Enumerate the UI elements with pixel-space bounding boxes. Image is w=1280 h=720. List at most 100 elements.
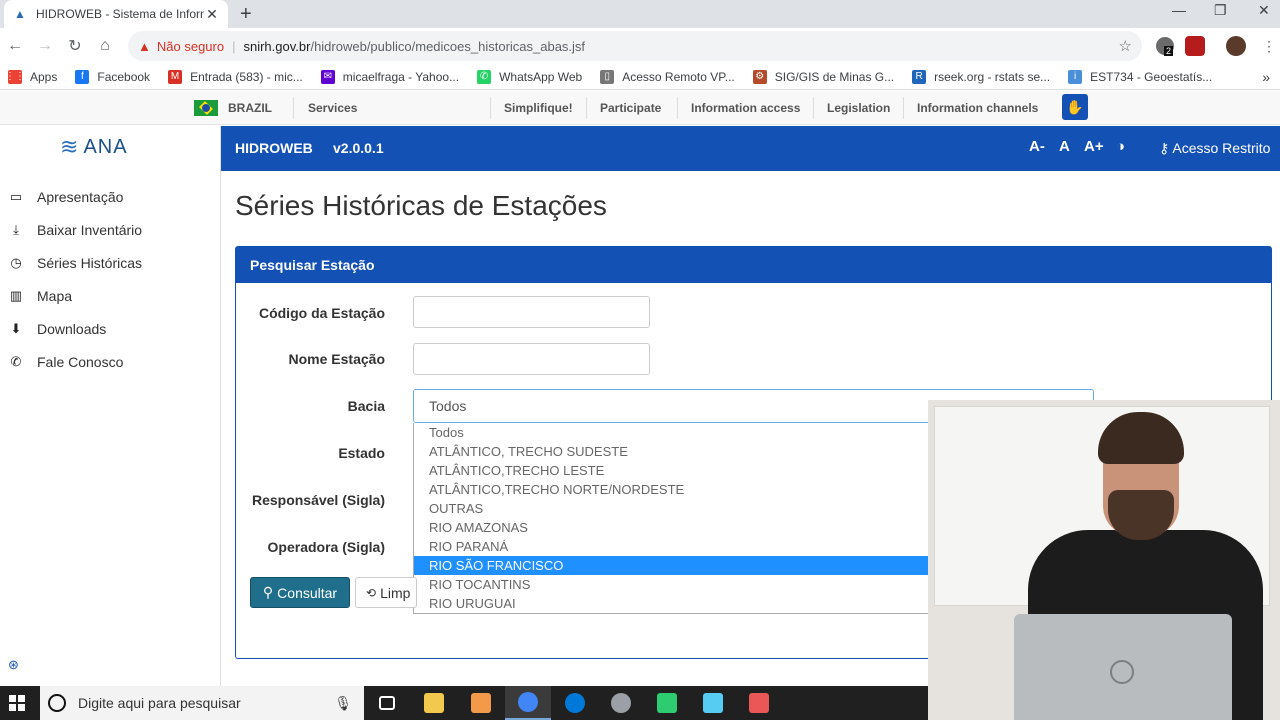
bookmark-item[interactable]: f Facebook bbox=[75, 69, 151, 84]
profile-avatar[interactable] bbox=[1226, 36, 1246, 56]
tab-title: HIDROWEB - Sistema de Informa bbox=[36, 7, 204, 21]
bacia-option[interactable]: RIO URUGUAI bbox=[414, 594, 952, 613]
file-explorer-taskbar-button[interactable] bbox=[411, 686, 457, 720]
home-icon[interactable]: ⌂ bbox=[90, 37, 120, 55]
consultar-button[interactable]: ⚲ Consultar bbox=[250, 577, 350, 608]
bookmark-item[interactable]: ▯ Acesso Remoto VP... bbox=[600, 69, 735, 84]
windows-start-icon[interactable] bbox=[9, 695, 25, 711]
app-name[interactable]: HIDROWEB bbox=[235, 140, 313, 156]
back-icon[interactable]: ← bbox=[0, 37, 30, 55]
collapse-sidebar-icon[interactable]: ⊛ bbox=[8, 657, 19, 673]
nome-input[interactable] bbox=[413, 343, 650, 375]
bookmark-favicon-icon: ⋮⋮ bbox=[5, 69, 25, 84]
extension-badge: 2 bbox=[1164, 46, 1174, 56]
gov-bar: BRAZIL Services Simplifique! Participate… bbox=[0, 91, 1280, 125]
bookmark-item[interactable]: M Entrada (583) - mic... bbox=[168, 69, 303, 84]
tab-close-icon[interactable]: ✕ bbox=[204, 6, 220, 23]
taskbar-search[interactable]: Digite aqui para pesquisar 🎙 bbox=[40, 686, 364, 720]
bookmark-item[interactable]: ⋮⋮ Apps bbox=[5, 69, 57, 84]
bacia-option[interactable]: Todos bbox=[414, 423, 952, 442]
sidebar-item[interactable]: ✆ Fale Conosco bbox=[8, 354, 124, 370]
bookmark-item[interactable]: ✆ WhatsApp Web bbox=[477, 69, 583, 84]
codigo-input[interactable] bbox=[413, 296, 650, 328]
insecure-label[interactable]: Não seguro bbox=[157, 39, 224, 54]
gov-country-link[interactable]: BRAZIL bbox=[180, 91, 286, 125]
extension-m-icon[interactable] bbox=[1185, 36, 1205, 56]
chrome-taskbar-button[interactable] bbox=[505, 686, 551, 720]
microphone-icon[interactable]: 🎙 bbox=[334, 695, 352, 712]
responsavel-label: Responsável (Sigla) bbox=[251, 492, 385, 508]
bacia-option[interactable]: ATLÂNTICO, TRECHO SUDESTE bbox=[414, 442, 952, 461]
bookmark-label: WhatsApp Web bbox=[499, 69, 583, 84]
game-app-icon bbox=[749, 693, 769, 713]
restricted-access-link[interactable]: ⚷ Acesso Restrito bbox=[1159, 140, 1270, 157]
bacia-option[interactable]: OUTRAS bbox=[414, 499, 952, 518]
sidebar-item[interactable]: ⬇ Downloads bbox=[8, 321, 107, 337]
font-normal-button[interactable]: A bbox=[1059, 138, 1070, 155]
forward-icon[interactable]: → bbox=[30, 37, 60, 55]
extension-shield-icon[interactable]: 2 bbox=[1156, 37, 1174, 56]
contrast-toggle-icon[interactable]: ◑ bbox=[1116, 138, 1125, 155]
bacia-option[interactable]: RIO TOCANTINS bbox=[414, 575, 952, 594]
reload-icon[interactable]: ↻ bbox=[60, 36, 90, 56]
browser-toolbar: ← → ↻ ⌂ ▲ Não seguro | snirh.gov.br/hidr… bbox=[0, 28, 1280, 64]
gov-link-simplifique[interactable]: Simplifique! bbox=[490, 91, 587, 125]
bookmark-item[interactable]: i EST734 - Geoestatís... bbox=[1068, 69, 1213, 84]
new-tab-button[interactable]: + bbox=[240, 3, 252, 26]
bookmark-star-icon[interactable]: ☆ bbox=[1119, 37, 1132, 55]
sidebar: ≋ ANA ▭ Apresentação ⤓ Baixar Inventário ◷ Sé… bbox=[0, 126, 221, 686]
browser-tab[interactable]: ▲ HIDROWEB - Sistema de Informa ✕ bbox=[4, 0, 228, 28]
bookmark-favicon-icon: ⚙ bbox=[752, 69, 767, 84]
bacia-label: Bacia bbox=[347, 398, 385, 414]
bacia-option[interactable]: RIO AMAZONAS bbox=[414, 518, 952, 537]
sidebar-item-label: Apresentação bbox=[37, 189, 124, 205]
disc-app-taskbar-button[interactable] bbox=[598, 686, 644, 720]
sidebar-item-label: Baixar Inventário bbox=[37, 222, 143, 238]
close-window-button[interactable]: ✕ bbox=[1258, 2, 1270, 19]
browser-menu-icon[interactable]: ⋮ bbox=[1262, 38, 1276, 55]
gov-link-participate[interactable]: Participate bbox=[586, 91, 675, 125]
page-title: Séries Históricas de Estações bbox=[235, 190, 607, 221]
limpar-button[interactable]: ⟲ Limp bbox=[355, 577, 417, 608]
bookmark-label: EST734 - Geoestatís... bbox=[1090, 69, 1213, 84]
bookmarks-overflow-icon[interactable]: » bbox=[1262, 69, 1270, 85]
download-icon: ⤓ bbox=[13, 222, 19, 237]
bookmark-label: Facebook bbox=[97, 69, 151, 84]
bacia-option[interactable]: ATLÂNTICO,TRECHO NORTE/NORDESTE bbox=[414, 480, 952, 499]
game-app-taskbar-button[interactable] bbox=[736, 686, 782, 720]
bookmark-label: SIG/GIS de Minas G... bbox=[774, 69, 895, 84]
bookmark-label: micaelfraga - Yahoo... bbox=[342, 69, 460, 84]
calendar-app-taskbar-button[interactable] bbox=[458, 686, 504, 720]
bacia-option[interactable]: ATLÂNTICO,TRECHO LESTE bbox=[414, 461, 952, 480]
font-decrease-button[interactable]: A- bbox=[1029, 138, 1045, 155]
url-path: /hidroweb/publico/medicoes_historicas_ab… bbox=[310, 38, 586, 54]
sidebar-item[interactable]: ⤓ Baixar Inventário bbox=[8, 222, 142, 238]
font-increase-button[interactable]: A+ bbox=[1084, 138, 1104, 155]
hidroweb-favicon-icon: ▲ bbox=[14, 7, 26, 21]
minimize-button[interactable]: — bbox=[1172, 2, 1186, 18]
sidebar-item[interactable]: ▥ Mapa bbox=[8, 288, 72, 304]
sidebar-item-label: Downloads bbox=[37, 321, 107, 337]
sidebar-item[interactable]: ▭ Apresentação bbox=[8, 189, 124, 205]
gov-link-information-access[interactable]: Information access bbox=[677, 91, 814, 125]
bookmark-item[interactable]: ⚙ SIG/GIS de Minas G... bbox=[752, 69, 895, 84]
search-app-taskbar-button[interactable] bbox=[690, 686, 736, 720]
cortana-icon bbox=[48, 694, 66, 712]
sidebar-item[interactable]: ◷ Séries Históricas bbox=[8, 255, 142, 271]
operadora-label: Operadora (Sigla) bbox=[267, 539, 385, 555]
grid-app-taskbar-button[interactable] bbox=[644, 686, 690, 720]
edge-taskbar-button[interactable] bbox=[552, 686, 598, 720]
ana-logo[interactable]: ≋ ANA bbox=[60, 134, 128, 160]
bacia-option[interactable]: RIO SÃO FRANCISCO bbox=[414, 556, 952, 575]
accessibility-hand-icon[interactable]: ✋ bbox=[1062, 94, 1088, 120]
bookmark-favicon-icon: R bbox=[912, 69, 927, 84]
task-view-taskbar-button[interactable] bbox=[364, 686, 410, 720]
gov-link-information-channels[interactable]: Information channels bbox=[903, 91, 1052, 125]
restore-button[interactable]: ❐ bbox=[1214, 2, 1227, 19]
gov-link-legislation[interactable]: Legislation bbox=[813, 91, 904, 125]
bookmark-item[interactable]: ✉ micaelfraga - Yahoo... bbox=[320, 69, 460, 84]
bookmark-item[interactable]: Rrseek.org - rstats se... bbox=[912, 69, 1050, 84]
address-bar[interactable]: ▲ Não seguro | snirh.gov.br/hidroweb/pub… bbox=[128, 31, 1142, 61]
gov-services-link[interactable]: Services bbox=[294, 91, 371, 125]
bacia-option[interactable]: RIO PARANÁ bbox=[414, 537, 952, 556]
